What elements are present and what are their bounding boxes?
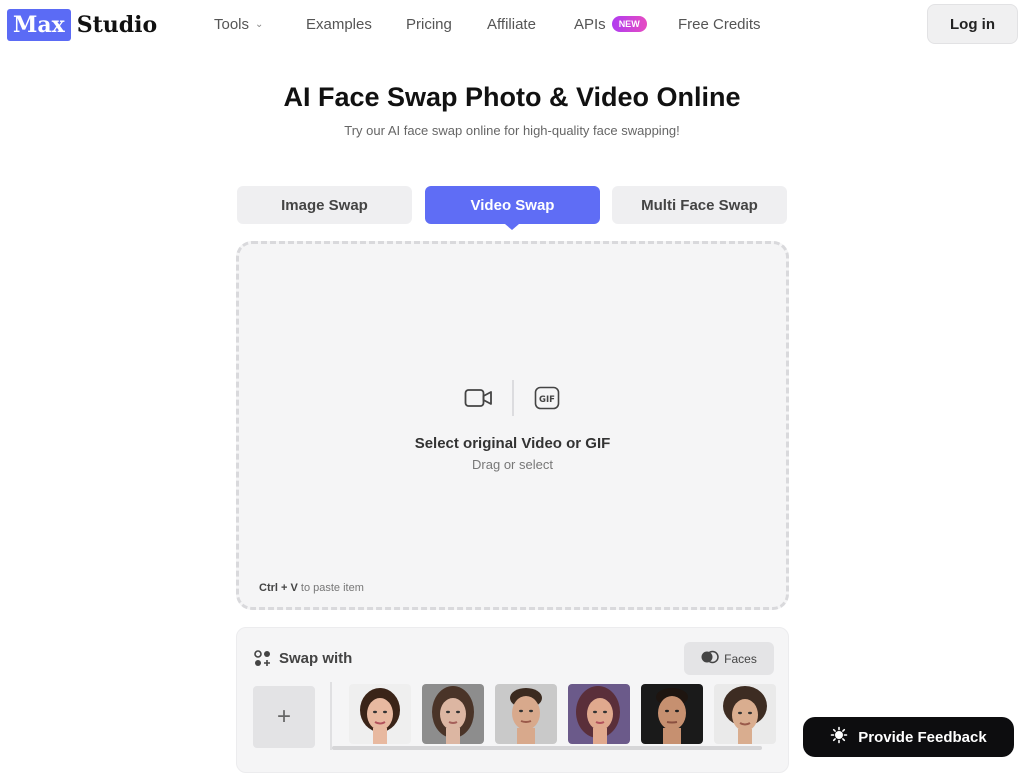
faces-carousel[interactable] <box>330 682 776 750</box>
new-badge: NEW <box>611 16 647 32</box>
nav-apis[interactable]: APIs NEW <box>574 16 647 33</box>
swap-with-panel: Swap with Faces + <box>236 627 789 773</box>
nav-free-credits[interactable]: Free Credits <box>678 16 761 33</box>
tab-video-swap[interactable]: Video Swap <box>425 186 600 224</box>
face-2-portrait <box>422 684 484 744</box>
paste-shortcut: Ctrl + V <box>259 582 298 594</box>
face-3-portrait <box>495 684 557 744</box>
faces-scrollbar[interactable] <box>332 746 762 750</box>
face-thumbnail-2[interactable] <box>422 684 484 744</box>
dropzone-icon-divider <box>511 380 514 416</box>
face-5-portrait <box>641 684 703 744</box>
login-button[interactable]: Log in <box>927 4 1018 44</box>
face-thumbnail-1[interactable] <box>349 684 411 744</box>
lightbulb-icon <box>830 726 848 748</box>
tab-multi-face-swap[interactable]: Multi Face Swap <box>612 186 787 224</box>
active-tab-indicator <box>505 224 519 230</box>
nav-tools-label: Tools <box>214 16 250 33</box>
logo-max-box: Max <box>7 9 71 41</box>
page-subtitle: Try our AI face swap online for high-qua… <box>344 123 680 138</box>
face-thumbnail-4[interactable] <box>568 684 630 744</box>
gif-icon: GIF <box>532 385 562 411</box>
nav-pricing[interactable]: Pricing <box>406 16 452 33</box>
paste-hint-text: to paste item <box>300 582 364 594</box>
faces-toggle-icon <box>701 650 719 667</box>
upload-dropzone[interactable]: GIF Select original Video or GIF Drag or… <box>236 241 789 610</box>
add-face-button[interactable]: + <box>253 686 315 748</box>
nav-apis-label: APIs <box>574 16 606 33</box>
nav-tools[interactable]: Tools ⌄ <box>214 16 263 33</box>
nav-examples[interactable]: Examples <box>306 16 372 33</box>
faces-button[interactable]: Faces <box>684 642 774 675</box>
page-title: AI Face Swap Photo & Video Online <box>283 82 741 112</box>
face-thumbnail-6[interactable] <box>714 684 776 744</box>
tab-image-swap[interactable]: Image Swap <box>237 186 412 224</box>
face-thumbnail-3[interactable] <box>495 684 557 744</box>
face-4-portrait <box>568 684 630 744</box>
feedback-label: Provide Feedback <box>858 728 987 746</box>
video-camera-icon <box>464 385 494 411</box>
top-header: Max Studio Tools ⌄ Examples Pricing Affil… <box>0 0 1024 50</box>
dropzone-main-text: Select original Video or GIF <box>414 435 611 452</box>
faces-button-label: Faces <box>724 651 757 666</box>
face-6-portrait <box>714 684 776 744</box>
logo-studio-word: Studio <box>76 12 158 38</box>
dropzone-sub-text: Drag or select <box>472 457 553 472</box>
faces-grid-icon <box>254 650 271 667</box>
dropzone-icons: GIF <box>239 380 786 416</box>
face-1-portrait <box>349 684 411 744</box>
provide-feedback-button[interactable]: Provide Feedback <box>803 717 1014 757</box>
face-thumbnail-5[interactable] <box>641 684 703 744</box>
swap-with-header: Swap with <box>254 650 352 667</box>
logo[interactable]: Max Studio <box>7 9 157 41</box>
svg-text:GIF: GIF <box>539 395 555 405</box>
swap-with-label: Swap with <box>279 650 353 667</box>
nav-affiliate[interactable]: Affiliate <box>487 16 536 33</box>
chevron-down-icon: ⌄ <box>255 19 264 30</box>
paste-hint: Ctrl + V to paste item <box>259 582 364 594</box>
